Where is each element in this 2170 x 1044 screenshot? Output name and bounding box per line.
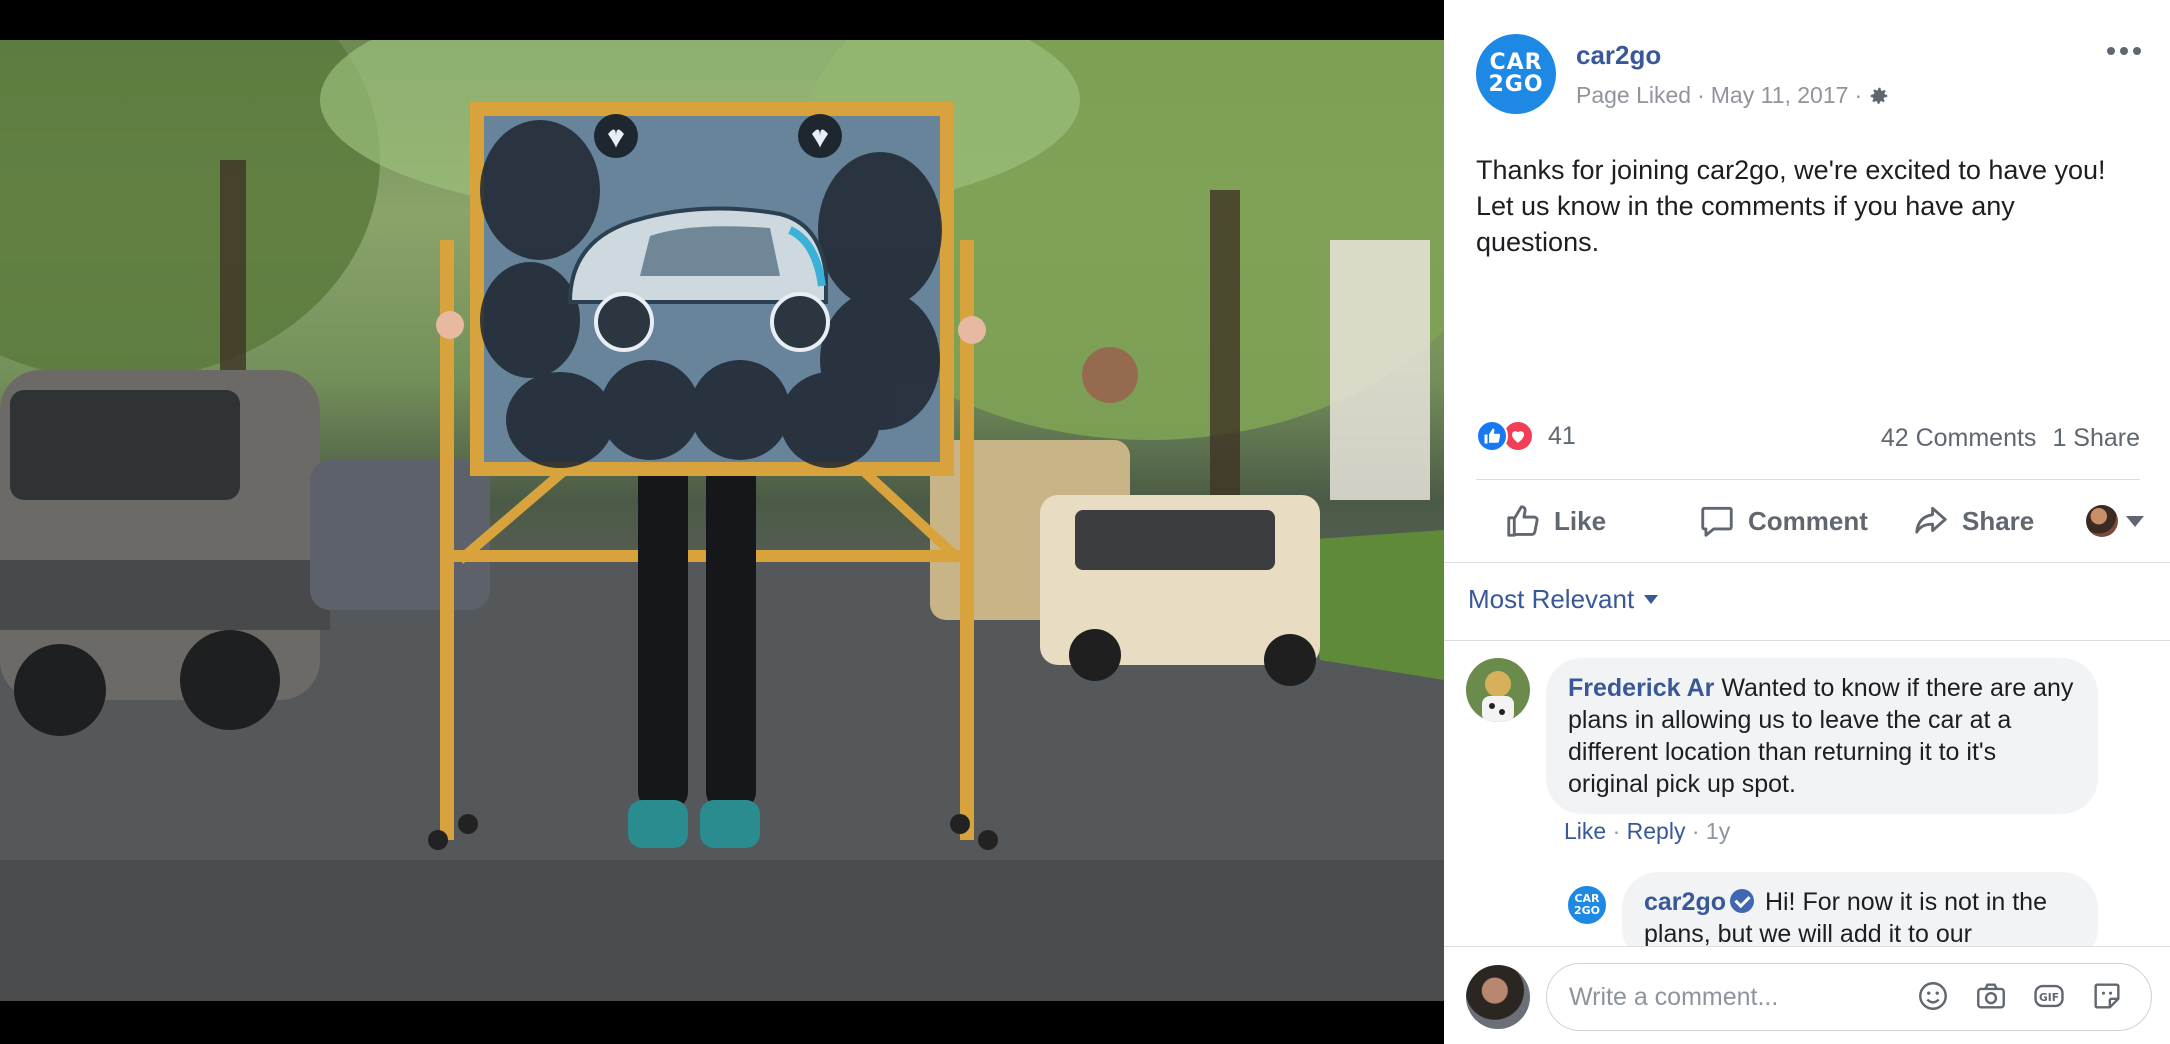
comment-reply-link[interactable]: Reply: [1627, 818, 1686, 844]
comments-list: Frederick Ar Wanted to know if there are…: [1444, 642, 2170, 946]
post-actions-bar: Like Comment Share: [1476, 486, 2146, 556]
reaction-count: 41: [1548, 421, 1576, 450]
emoji-icon[interactable]: [1916, 979, 1950, 1013]
commenter-avatar[interactable]: [1466, 658, 1530, 722]
verified-badge-icon: [1729, 889, 1754, 913]
more-options-button[interactable]: [2102, 36, 2146, 66]
divider: [1444, 562, 2170, 563]
current-user-avatar: [1466, 965, 1530, 1029]
divider: [1444, 640, 2170, 641]
page-liked-status: Page Liked: [1576, 82, 1692, 108]
page-avatar-text-bottom: 2GO: [1488, 72, 1544, 97]
comment-sort-dropdown[interactable]: Most Relevant: [1468, 584, 1659, 615]
post-meta: Page Liked · May 11, 2017 ·: [1576, 82, 1890, 109]
page-name-link[interactable]: car2go: [1576, 40, 1661, 71]
comment-bubble: Frederick Ar Wanted to know if there are…: [1546, 658, 2098, 814]
post-text: Thanks for joining car2go, we're excited…: [1476, 155, 2106, 257]
reply-author-link[interactable]: car2go: [1644, 888, 1726, 916]
svg-text:GIF: GIF: [2039, 991, 2059, 1004]
share-button-label: Share: [1962, 505, 2035, 536]
meta-separator: ·: [1697, 82, 1705, 108]
comment-button[interactable]: Comment: [1698, 502, 1868, 540]
chevron-down-icon: [2126, 515, 2144, 527]
reply-bubble: car2go Hi! For now it is not in the plan…: [1622, 872, 2098, 946]
like-button-label: Like: [1554, 505, 1607, 536]
post-header: CAR 2GO car2go Page Liked · May 11, 2017…: [1476, 34, 2146, 114]
comment-sep: ·: [1612, 818, 1621, 844]
like-reaction-icon: [1476, 420, 1508, 452]
chevron-down-icon: [1644, 595, 1659, 604]
like-button[interactable]: Like: [1504, 502, 1606, 540]
divider: [1476, 479, 2140, 480]
meta-separator-2: ·: [1854, 82, 1863, 108]
page-avatar[interactable]: CAR 2GO: [1476, 34, 1556, 114]
gear-icon[interactable]: [1868, 85, 1890, 107]
comment-as-selector[interactable]: [2086, 505, 2144, 537]
photo-illustration: [0, 40, 1444, 1001]
comment-composer: GIF: [1444, 946, 2170, 1044]
gif-icon[interactable]: GIF: [2032, 979, 2066, 1013]
comment-sep: ·: [1691, 818, 1700, 844]
shares-count-link[interactable]: 1 Share: [2052, 424, 2140, 453]
comment-actions: Like · Reply · 1y: [1564, 818, 1730, 845]
reply-avatar[interactable]: CAR 2GO: [1566, 884, 1608, 926]
sticker-icon[interactable]: [2090, 979, 2124, 1013]
comment-bubble-icon: [1701, 506, 1733, 537]
photo-viewer: [0, 0, 1444, 1044]
post-side-panel: CAR 2GO car2go Page Liked · May 11, 2017…: [1444, 0, 2170, 1044]
reactions-summary[interactable]: 41: [1476, 418, 1576, 454]
comment-age[interactable]: 1y: [1706, 818, 1730, 844]
comment-like-link[interactable]: Like: [1564, 818, 1606, 844]
thumbs-up-icon: [1507, 505, 1539, 537]
share-button[interactable]: Share: [1912, 502, 2034, 540]
camera-icon[interactable]: [1974, 979, 2008, 1013]
comment-button-label: Comment: [1748, 505, 1868, 536]
share-arrow-icon: [1915, 506, 1947, 534]
reply-avatar-text-bottom: 2GO: [1573, 904, 1601, 917]
composer-icons: GIF: [1916, 979, 2124, 1013]
post-date-link[interactable]: May 11, 2017: [1711, 82, 1849, 109]
page-avatar-text-top: CAR: [1489, 50, 1543, 75]
engagement-counts: 42 Comments 1 Share: [1881, 424, 2140, 453]
post-photo[interactable]: [0, 40, 1444, 1001]
comments-count-link[interactable]: 42 Comments: [1881, 424, 2037, 453]
comment-author-link[interactable]: Frederick Ar: [1568, 674, 1714, 702]
avatar-illustration: [1466, 658, 1530, 722]
profile-avatar: [2086, 505, 2118, 537]
more-icon: [2107, 47, 2115, 55]
sort-label: Most Relevant: [1468, 584, 1635, 614]
